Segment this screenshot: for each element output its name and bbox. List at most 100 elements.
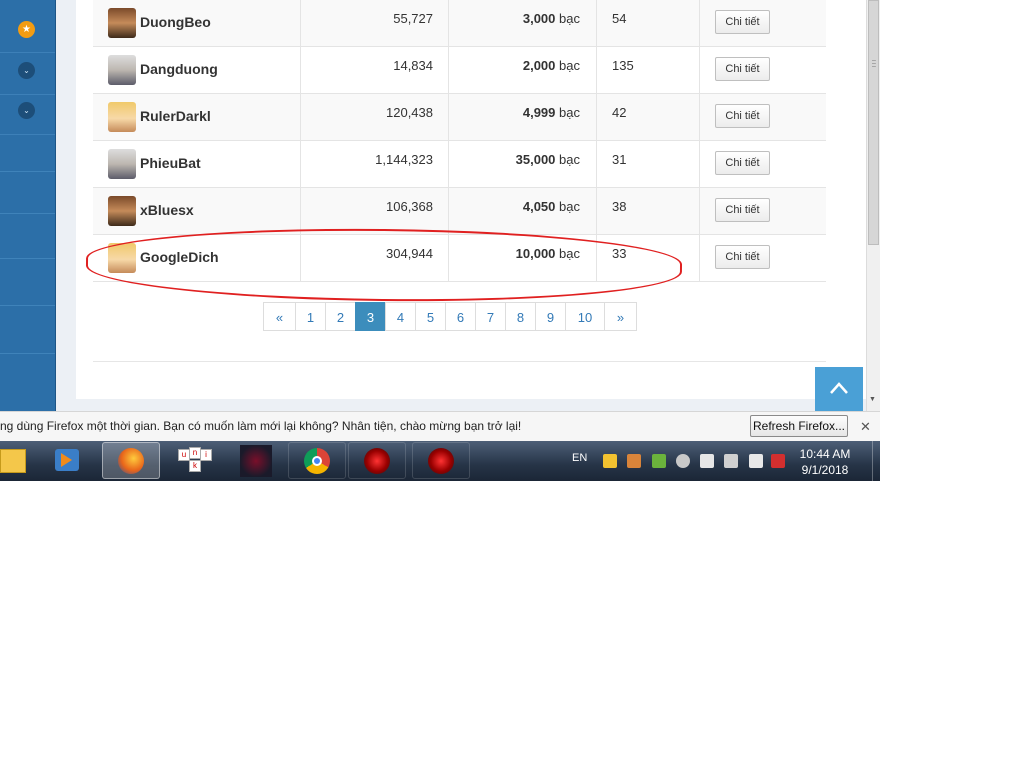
- scroll-to-top-button[interactable]: [815, 367, 863, 411]
- page-link[interactable]: 8: [505, 302, 536, 331]
- nvidia-icon[interactable]: [652, 454, 666, 468]
- action-cell: Chi tiết: [700, 235, 826, 281]
- taskbar-mu-2[interactable]: [412, 442, 470, 479]
- detail-button[interactable]: Chi tiết: [715, 198, 770, 222]
- player-cell: DuongBeo: [93, 0, 301, 46]
- page-link[interactable]: 6: [445, 302, 476, 331]
- tray-app-icon[interactable]: [603, 454, 617, 468]
- page-link[interactable]: 10: [565, 302, 605, 331]
- taskbar-mu-1[interactable]: [348, 442, 406, 479]
- page-link[interactable]: 5: [415, 302, 446, 331]
- mu-game-icon[interactable]: [240, 445, 272, 477]
- player-cell: PhieuBat: [93, 141, 301, 187]
- level-value: 38: [597, 188, 700, 234]
- antivirus-icon[interactable]: [771, 454, 785, 468]
- sidebar-divider: [0, 213, 55, 214]
- player-name: xBluesx: [140, 202, 194, 218]
- vertical-scrollbar[interactable]: – – – ▼: [866, 0, 880, 411]
- language-indicator[interactable]: EN: [572, 452, 587, 464]
- page-link[interactable]: 4: [385, 302, 416, 331]
- table-row: PhieuBat 1,144,323 35,000 bạc 31 Chi tiế…: [93, 141, 826, 188]
- page-link[interactable]: 7: [475, 302, 506, 331]
- level-value: 42: [597, 94, 700, 140]
- price-value: 2,000: [522, 58, 556, 73]
- chevron-up-icon: [830, 382, 848, 394]
- score-value: 1,144,323: [301, 141, 449, 187]
- pagination-prev[interactable]: «: [263, 302, 296, 331]
- media-player-icon[interactable]: [55, 449, 79, 471]
- sidebar-divider: [0, 171, 55, 172]
- action-cell: Chi tiết: [700, 47, 826, 93]
- notification-text: ng dùng Firefox một thời gian. Bạn có mu…: [0, 419, 522, 433]
- detail-button[interactable]: Chi tiết: [715, 104, 770, 128]
- price-value: 4,999: [522, 105, 556, 120]
- table-row: Dangduong 14,834 2,000 bạc 135 Chi tiết: [93, 47, 826, 94]
- player-cell: Dangduong: [93, 47, 301, 93]
- page-link[interactable]: 2: [325, 302, 356, 331]
- detail-button[interactable]: Chi tiết: [715, 57, 770, 81]
- tray-app-icon[interactable]: [676, 454, 690, 468]
- firefox-notification-bar: ng dùng Firefox một thời gian. Bạn có mu…: [0, 411, 880, 441]
- page-link[interactable]: 1: [295, 302, 326, 331]
- price-cell: 4,999 bạc: [449, 94, 597, 140]
- speaker-icon[interactable]: [627, 454, 641, 468]
- sidebar-item-menu-2[interactable]: ⌄: [0, 88, 55, 135]
- pagination-next[interactable]: »: [604, 302, 637, 331]
- screen: ★ ⌄ ⌄ DuongBeo 55,727 3,000 bạc 54 Chi t…: [0, 0, 880, 481]
- scrollbar-thumb[interactable]: – – –: [868, 0, 879, 245]
- chevron-down-icon: ⌄: [18, 62, 35, 79]
- score-value: 106,368: [301, 188, 449, 234]
- taskbar-firefox[interactable]: [102, 442, 160, 479]
- sidebar: ★ ⌄ ⌄: [0, 0, 56, 411]
- network-icon[interactable]: [700, 454, 714, 468]
- price-cell: 4,050 bạc: [449, 188, 597, 234]
- detail-button[interactable]: Chi tiết: [715, 151, 770, 175]
- price-cell: 2,000 bạc: [449, 47, 597, 93]
- scroll-down-arrow[interactable]: ▼: [869, 396, 876, 403]
- sidebar-item-favorites[interactable]: ★: [0, 6, 55, 53]
- player-name: Dangduong: [140, 61, 218, 77]
- score-value: 120,438: [301, 94, 449, 140]
- clock[interactable]: 10:44 AM 9/1/2018: [790, 446, 860, 478]
- mu-online-icon: [428, 448, 454, 474]
- file-explorer-icon[interactable]: [0, 449, 26, 473]
- unikey-icon[interactable]: unik: [178, 447, 212, 475]
- player-cell: RulerDarkl: [93, 94, 301, 140]
- avatar: [108, 102, 136, 132]
- table-row: xBluesx 106,368 4,050 bạc 38 Chi tiết: [93, 188, 826, 235]
- action-cell: Chi tiết: [700, 94, 826, 140]
- close-icon[interactable]: ✕: [860, 419, 871, 435]
- avatar: [108, 8, 136, 38]
- action-cell: Chi tiết: [700, 188, 826, 234]
- player-name: PhieuBat: [140, 155, 201, 171]
- taskbar-chrome[interactable]: [288, 442, 346, 479]
- refresh-firefox-button[interactable]: Refresh Firefox...: [750, 415, 848, 437]
- level-value: 31: [597, 141, 700, 187]
- avatar: [108, 55, 136, 85]
- show-desktop-button[interactable]: [872, 441, 880, 481]
- table-row: DuongBeo 55,727 3,000 bạc 54 Chi tiết: [93, 0, 826, 47]
- detail-button[interactable]: Chi tiết: [715, 245, 770, 269]
- action-cell: Chi tiết: [700, 0, 826, 46]
- price-value: 3,000: [522, 11, 556, 26]
- price-value: 4,050: [522, 199, 556, 214]
- firefox-icon: [118, 448, 144, 474]
- clock-time: 10:44 AM: [799, 447, 851, 461]
- sidebar-divider: [0, 258, 55, 259]
- currency-unit: bạc: [559, 11, 580, 26]
- panel-divider: [93, 361, 826, 362]
- page-link[interactable]: 9: [535, 302, 566, 331]
- avatar: [108, 196, 136, 226]
- page-link-current[interactable]: 3: [355, 302, 386, 331]
- volume-icon[interactable]: [724, 454, 738, 468]
- currency-unit: bạc: [559, 199, 580, 214]
- chevron-down-icon: ⌄: [18, 102, 35, 119]
- detail-button[interactable]: Chi tiết: [715, 10, 770, 34]
- mu-online-icon: [364, 448, 390, 474]
- currency-unit: bạc: [559, 152, 580, 167]
- pagination: « 1 2 3 4 5 6 7 8 9 10 »: [263, 302, 637, 333]
- price-value: 35,000: [515, 152, 556, 167]
- level-value: 135: [597, 47, 700, 93]
- action-center-icon[interactable]: [749, 454, 763, 468]
- price-cell: 35,000 bạc: [449, 141, 597, 187]
